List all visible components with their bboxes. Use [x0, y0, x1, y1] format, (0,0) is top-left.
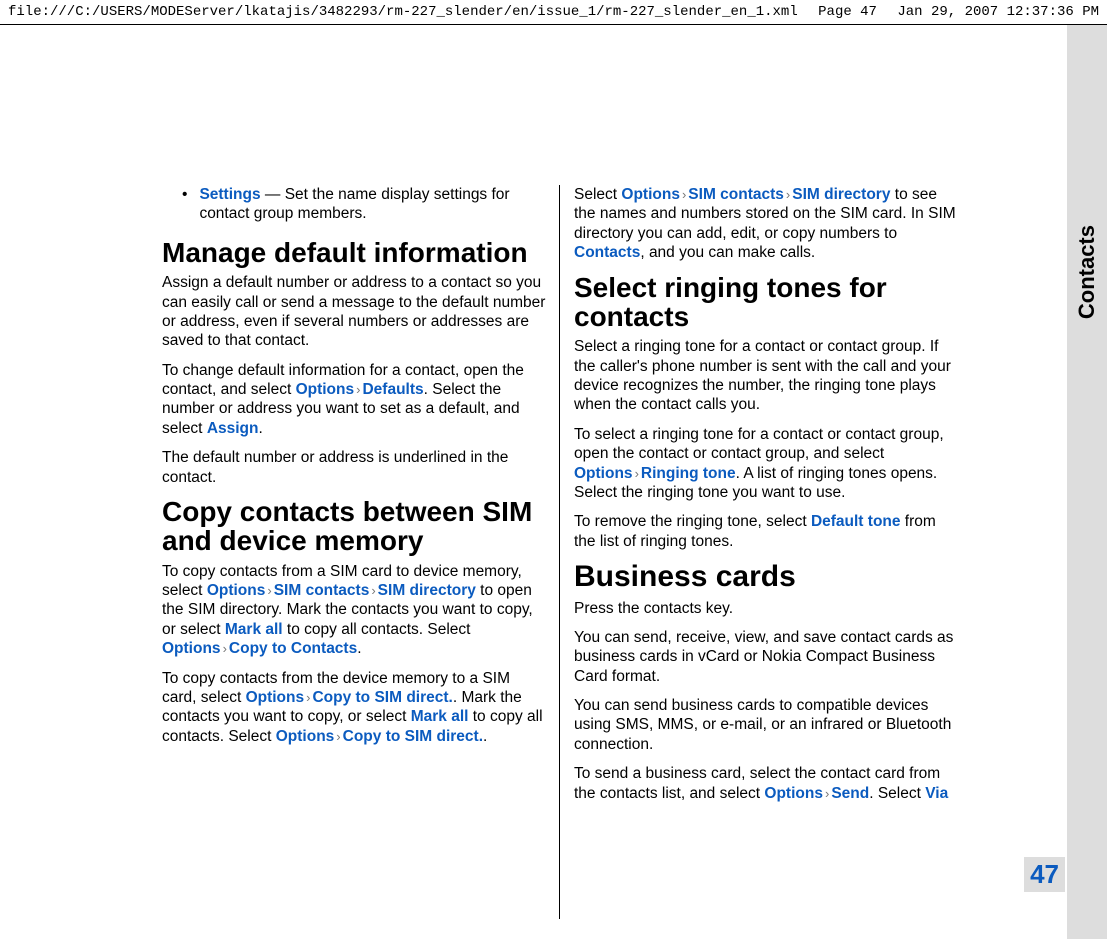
heading-business-cards: Business cards	[574, 561, 958, 593]
paragraph: Select a ringing tone for a contact or c…	[574, 337, 958, 415]
chevron-right-icon: ›	[221, 641, 229, 656]
contacts-link: Contacts	[574, 244, 640, 261]
bullet-icon: •	[182, 185, 187, 224]
page-number: 47	[1024, 857, 1065, 892]
options-link: Options	[276, 728, 335, 745]
heading-manage-default: Manage default information	[162, 238, 547, 267]
options-link: Options	[246, 689, 305, 706]
heading-copy-contacts: Copy contacts between SIM and device mem…	[162, 497, 547, 556]
sim-directory-link: SIM directory	[378, 582, 476, 599]
copy-to-contacts-link: Copy to Contacts	[229, 640, 357, 657]
paragraph: To send a business card, select the cont…	[574, 764, 958, 803]
side-tab-label: Contacts	[1074, 225, 1100, 319]
paragraph: To copy contacts from the device memory …	[162, 669, 547, 747]
chevron-right-icon: ›	[369, 583, 377, 598]
left-column: • Settings — Set the name display settin…	[150, 185, 560, 919]
paragraph: You can send, receive, view, and save co…	[574, 628, 958, 686]
right-column: Select Options›SIM contacts›SIM director…	[560, 185, 970, 919]
defaults-link: Defaults	[362, 381, 423, 398]
paragraph: The default number or address is underli…	[162, 448, 547, 487]
mark-all-link: Mark all	[411, 708, 469, 725]
paragraph: Assign a default number or address to a …	[162, 273, 547, 351]
options-link: Options	[296, 381, 355, 398]
content-area: • Settings — Set the name display settin…	[0, 25, 1067, 939]
page-body: • Settings — Set the name display settin…	[0, 25, 1107, 939]
options-link: Options	[162, 640, 221, 657]
paragraph: Press the contacts key.	[574, 599, 958, 618]
options-link: Options	[764, 785, 823, 802]
chevron-right-icon: ›	[784, 187, 792, 202]
copy-to-sim-link: Copy to SIM direct.	[312, 689, 452, 706]
paragraph: Select Options›SIM contacts›SIM director…	[574, 185, 958, 263]
paragraph: To remove the ringing tone, select Defau…	[574, 512, 958, 551]
via-link: Via	[925, 785, 948, 802]
paragraph: You can send business cards to compatibl…	[574, 696, 958, 754]
paragraph: To change default information for a cont…	[162, 361, 547, 439]
paragraph: To copy contacts from a SIM card to devi…	[162, 562, 547, 659]
settings-link: Settings	[199, 186, 260, 203]
page-indicator: Page 47	[818, 4, 877, 20]
sim-directory-link: SIM directory	[792, 186, 890, 203]
assign-link: Assign	[207, 420, 259, 437]
copy-to-sim-link: Copy to SIM direct.	[343, 728, 483, 745]
ringing-tone-link: Ringing tone	[641, 465, 736, 482]
options-link: Options	[574, 465, 633, 482]
timestamp: Jan 29, 2007 12:37:36 PM	[897, 4, 1099, 20]
bullet-text: Settings — Set the name display settings…	[199, 185, 547, 224]
chevron-right-icon: ›	[334, 729, 342, 744]
paragraph: To select a ringing tone for a contact o…	[574, 425, 958, 503]
sim-contacts-link: SIM contacts	[688, 186, 784, 203]
sim-contacts-link: SIM contacts	[274, 582, 370, 599]
heading-ringing-tones: Select ringing tones for contacts	[574, 273, 958, 332]
options-link: Options	[621, 186, 680, 203]
chevron-right-icon: ›	[265, 583, 273, 598]
default-tone-link: Default tone	[811, 513, 901, 530]
bullet-item: • Settings — Set the name display settin…	[162, 185, 547, 224]
side-tab: Contacts	[1067, 25, 1107, 939]
mark-all-link: Mark all	[225, 621, 283, 638]
chevron-right-icon: ›	[633, 466, 641, 481]
file-path: file:///C:/USERS/MODEServer/lkatajis/348…	[8, 4, 798, 20]
send-link: Send	[831, 785, 869, 802]
options-link: Options	[207, 582, 266, 599]
header-bar: file:///C:/USERS/MODEServer/lkatajis/348…	[0, 0, 1107, 25]
